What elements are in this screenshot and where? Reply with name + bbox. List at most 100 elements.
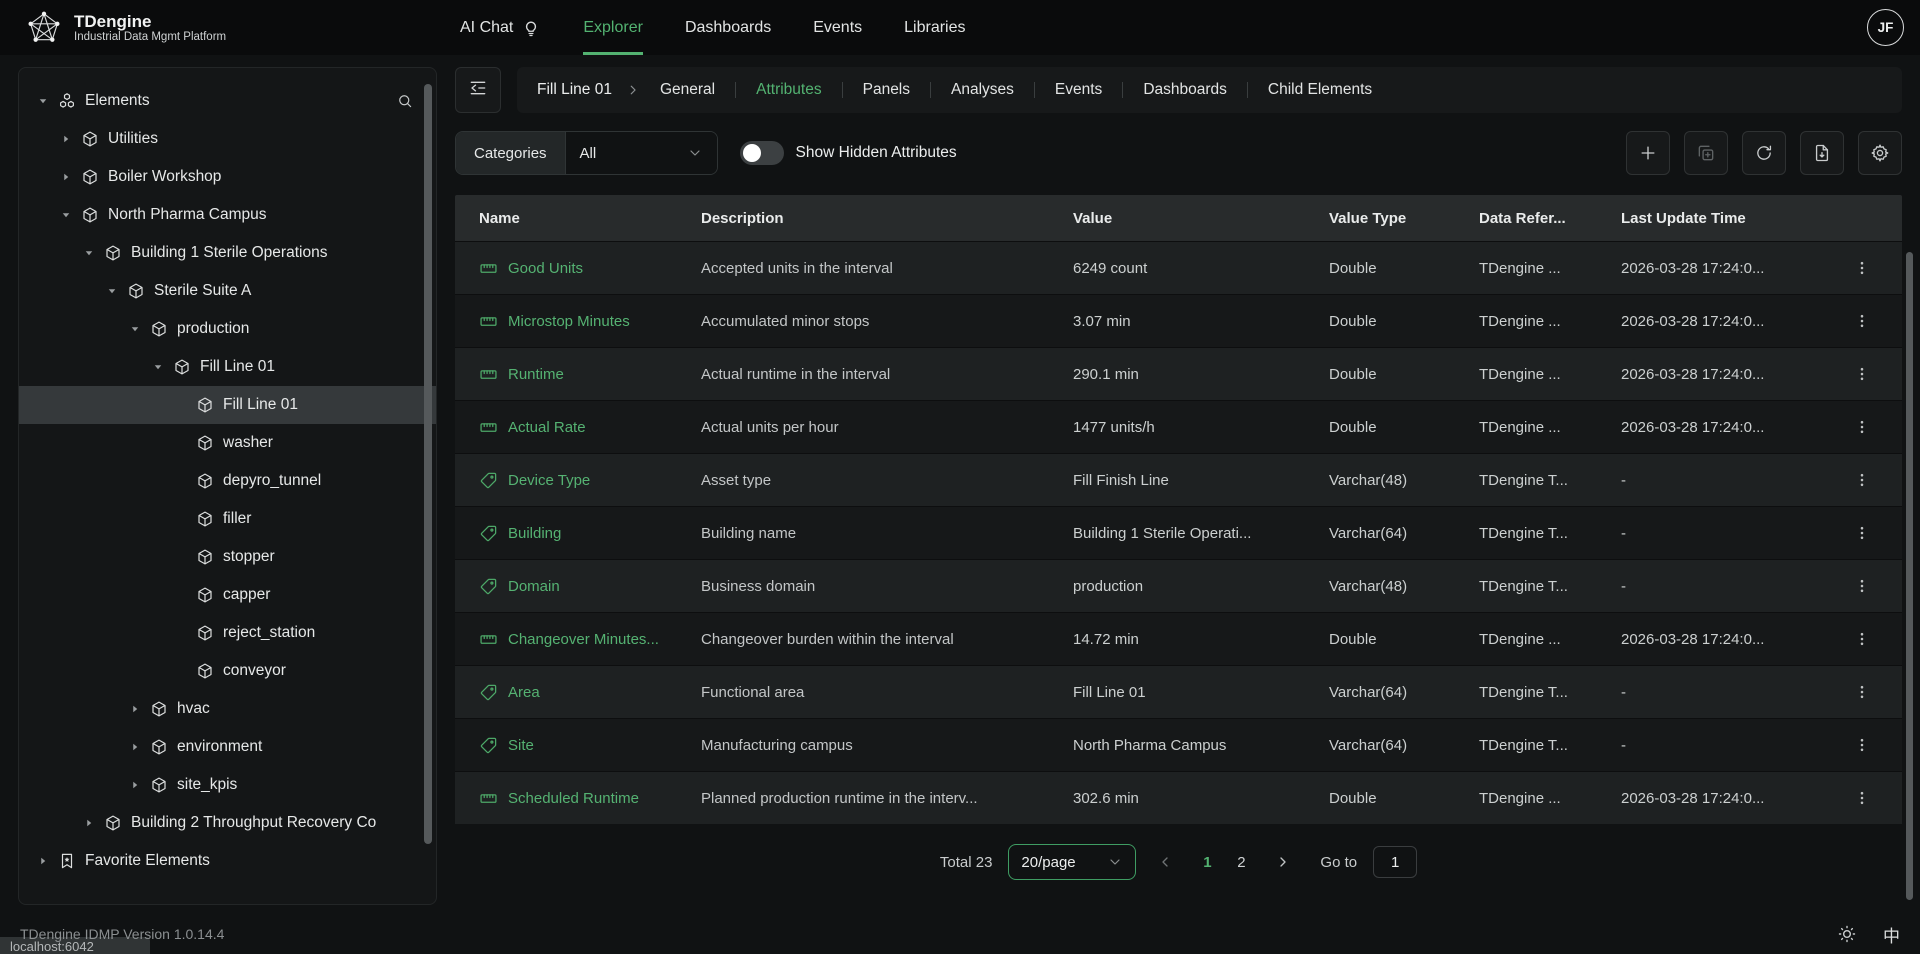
- attribute-name-link[interactable]: Area: [455, 683, 681, 702]
- user-avatar[interactable]: JF: [1867, 9, 1904, 46]
- language-toggle[interactable]: 中: [1883, 922, 1900, 947]
- tree-item-sterile-suite-a[interactable]: Sterile Suite A: [19, 272, 436, 310]
- tree-item-elements[interactable]: Elements: [19, 82, 436, 120]
- tree-item-site-kpis[interactable]: site_kpis: [19, 766, 436, 804]
- row-actions-kebab-button[interactable]: [1821, 736, 1902, 754]
- tree-item-production[interactable]: production: [19, 310, 436, 348]
- tree-item-depyro-tunnel[interactable]: depyro_tunnel: [19, 462, 436, 500]
- row-actions-kebab-button[interactable]: [1821, 789, 1902, 807]
- caret-down-icon[interactable]: [58, 209, 74, 221]
- row-actions-kebab-button[interactable]: [1821, 259, 1902, 277]
- attribute-name-link[interactable]: Changeover Minutes...: [455, 630, 681, 649]
- tab-events[interactable]: Events: [1049, 81, 1108, 99]
- tree-item-building-1-sterile-operations[interactable]: Building 1 Sterile Operations: [19, 234, 436, 272]
- tab-divider: [735, 82, 736, 98]
- add-button[interactable]: [1626, 131, 1670, 175]
- attribute-name-link[interactable]: Microstop Minutes: [455, 312, 681, 331]
- page-size-select[interactable]: 20/page: [1008, 844, 1136, 880]
- settings-button[interactable]: [1858, 131, 1902, 175]
- next-page-button[interactable]: [1270, 849, 1296, 875]
- row-actions-kebab-button[interactable]: [1821, 630, 1902, 648]
- caret-right-icon[interactable]: [127, 703, 143, 715]
- attribute-data-reference: TDengine ...: [1459, 631, 1601, 648]
- nav-item-ai-chat[interactable]: AI Chat: [460, 0, 541, 55]
- tab-general[interactable]: General: [654, 81, 721, 99]
- caret-right-icon[interactable]: [58, 133, 74, 145]
- tree-item-hvac[interactable]: hvac: [19, 690, 436, 728]
- prev-page-button[interactable]: [1152, 849, 1178, 875]
- tree-item-building-2-throughput-recovery-co[interactable]: Building 2 Throughput Recovery Co: [19, 804, 436, 842]
- row-actions-kebab-button[interactable]: [1821, 577, 1902, 595]
- theme-sun-icon[interactable]: [1837, 924, 1857, 944]
- attribute-name-link[interactable]: Scheduled Runtime: [455, 789, 681, 808]
- tree-item-favorite-elements[interactable]: Favorite Elements: [19, 842, 436, 880]
- attribute-name-text: Good Units: [508, 260, 583, 277]
- attribute-name-link[interactable]: Device Type: [455, 471, 681, 490]
- row-actions-kebab-button[interactable]: [1821, 312, 1902, 330]
- row-actions-kebab-button[interactable]: [1821, 471, 1902, 489]
- caret-down-icon[interactable]: [150, 361, 166, 373]
- batch-add-button[interactable]: [1684, 131, 1728, 175]
- tree-item-reject-station[interactable]: reject_station: [19, 614, 436, 652]
- tree-item-boiler-workshop[interactable]: Boiler Workshop: [19, 158, 436, 196]
- top-navigation: TDengine Industrial Data Mgmt Platform A…: [0, 0, 1920, 55]
- tab-child-elements[interactable]: Child Elements: [1262, 81, 1378, 99]
- caret-down-icon[interactable]: [104, 285, 120, 297]
- tree-item-stopper[interactable]: stopper: [19, 538, 436, 576]
- goto-page-input[interactable]: [1373, 846, 1417, 878]
- attribute-last-update-time: 2026-03-28 17:24:0...: [1601, 631, 1821, 648]
- nav-item-dashboards[interactable]: Dashboards: [685, 0, 771, 55]
- tree-item-label: production: [177, 320, 249, 338]
- caret-right-icon[interactable]: [58, 171, 74, 183]
- tab-dashboards[interactable]: Dashboards: [1137, 81, 1233, 99]
- page-number-1[interactable]: 1: [1194, 854, 1220, 871]
- show-hidden-attributes-toggle[interactable]: [740, 141, 784, 165]
- table-header-row: NameDescriptionValueValue TypeData Refer…: [455, 195, 1902, 241]
- brand-name: TDengine: [74, 12, 226, 31]
- table-scrollbar[interactable]: [1906, 252, 1913, 900]
- tab-analyses[interactable]: Analyses: [945, 81, 1020, 99]
- nav-item-explorer[interactable]: Explorer: [583, 0, 643, 55]
- collapse-sidebar-button[interactable]: [455, 67, 501, 113]
- attribute-name-link[interactable]: Domain: [455, 577, 681, 596]
- tree-item-label: reject_station: [223, 624, 315, 642]
- export-button[interactable]: [1800, 131, 1844, 175]
- nav-item-libraries[interactable]: Libraries: [904, 0, 965, 55]
- caret-right-icon[interactable]: [81, 817, 97, 829]
- tree-item-environment[interactable]: environment: [19, 728, 436, 766]
- nav-item-events[interactable]: Events: [813, 0, 862, 55]
- attribute-name-text: Area: [508, 684, 540, 701]
- caret-right-icon[interactable]: [127, 741, 143, 753]
- caret-down-icon[interactable]: [127, 323, 143, 335]
- tree-item-filler[interactable]: filler: [19, 500, 436, 538]
- caret-right-icon[interactable]: [35, 855, 51, 867]
- row-actions-kebab-button[interactable]: [1821, 683, 1902, 701]
- tree-item-utilities[interactable]: Utilities: [19, 120, 436, 158]
- attribute-name-link[interactable]: Actual Rate: [455, 418, 681, 437]
- caret-right-icon[interactable]: [127, 779, 143, 791]
- cube-icon: [196, 434, 216, 452]
- tree-item-fill-line-01[interactable]: Fill Line 01: [19, 348, 436, 386]
- caret-down-icon[interactable]: [81, 247, 97, 259]
- metric-attribute-icon: [479, 418, 499, 437]
- row-actions-kebab-button[interactable]: [1821, 365, 1902, 383]
- categories-select[interactable]: All: [565, 132, 717, 174]
- attribute-name-link[interactable]: Building: [455, 524, 681, 543]
- row-actions-kebab-button[interactable]: [1821, 524, 1902, 542]
- refresh-button[interactable]: [1742, 131, 1786, 175]
- attribute-name-link[interactable]: Site: [455, 736, 681, 755]
- caret-down-icon[interactable]: [35, 95, 51, 107]
- attribute-name-link[interactable]: Runtime: [455, 365, 681, 384]
- sidebar-scrollbar[interactable]: [424, 84, 432, 844]
- attribute-name-link[interactable]: Good Units: [455, 259, 681, 278]
- page-number-2[interactable]: 2: [1228, 854, 1254, 871]
- tab-panels[interactable]: Panels: [857, 81, 916, 99]
- tree-item-north-pharma-campus[interactable]: North Pharma Campus: [19, 196, 436, 234]
- breadcrumb-root[interactable]: Fill Line 01: [537, 81, 612, 99]
- tree-item-washer[interactable]: washer: [19, 424, 436, 462]
- tab-attributes[interactable]: Attributes: [750, 81, 827, 99]
- tree-item-conveyor[interactable]: conveyor: [19, 652, 436, 690]
- row-actions-kebab-button[interactable]: [1821, 418, 1902, 436]
- tree-item-fill-line-01[interactable]: Fill Line 01: [19, 386, 436, 424]
- tree-item-capper[interactable]: capper: [19, 576, 436, 614]
